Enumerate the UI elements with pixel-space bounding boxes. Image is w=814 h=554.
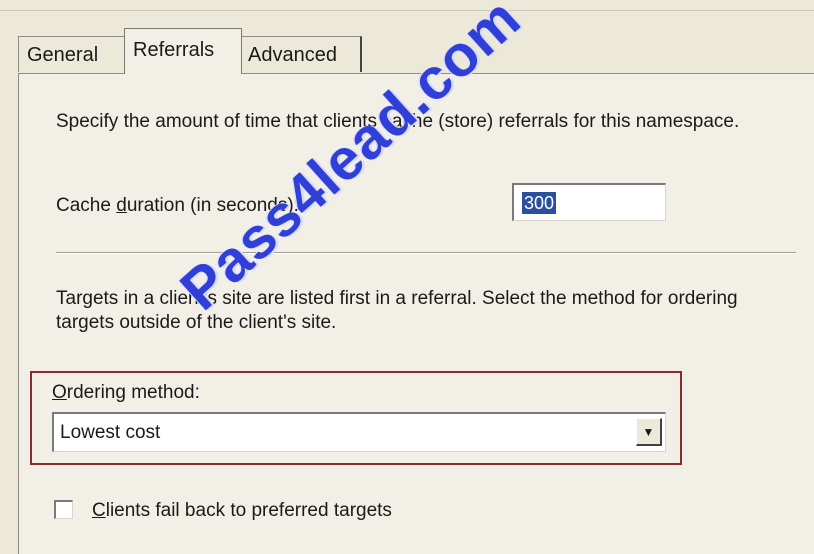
tab-advanced[interactable]: Advanced [240, 36, 362, 72]
cache-duration-value: 300 [522, 192, 557, 214]
tab-general[interactable]: General [18, 36, 128, 72]
ordering-method-label: Ordering method: [52, 382, 200, 403]
window-top-divider [0, 10, 814, 11]
chevron-down-icon[interactable]: ▼ [636, 418, 662, 446]
tab-referrals[interactable]: Referrals [124, 28, 242, 74]
section-divider [56, 252, 796, 254]
ordering-method-select[interactable]: Lowest cost ▼ [52, 412, 666, 452]
failback-label[interactable]: Clients fail back to preferred targets [92, 500, 392, 522]
ordering-description: Targets in a client's site are listed fi… [56, 288, 738, 333]
ordering-method-value: Lowest cost [60, 422, 161, 443]
failback-checkbox[interactable] [54, 500, 73, 519]
cache-duration-input[interactable]: 300 [512, 183, 666, 221]
